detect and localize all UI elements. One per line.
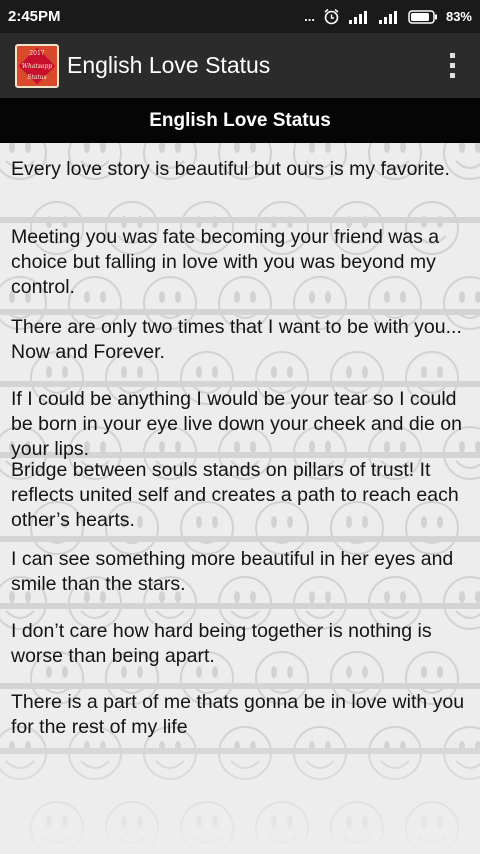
- list-item[interactable]: If I could be anything I would be your t…: [0, 387, 480, 460]
- battery-percent: 83%: [445, 9, 472, 24]
- app-logo-text-year: 2017: [29, 49, 45, 57]
- list-item-text: Every love story is beautiful but ours i…: [11, 158, 450, 180]
- list-item[interactable]: There are only two times that I want to …: [0, 315, 480, 387]
- list-item[interactable]: Meeting you was fate becoming your frien…: [0, 223, 480, 315]
- app-logo[interactable]: 2017 Whatsapp Status: [15, 43, 59, 88]
- status-icons: ... 83%: [304, 8, 472, 25]
- overflow-menu-icon[interactable]: [432, 33, 472, 98]
- app-logo-text-status: Status: [27, 73, 47, 81]
- list-fade: [0, 734, 480, 854]
- list-item-text: Bridge between souls stands on pillars o…: [11, 459, 459, 531]
- status-list[interactable]: Every love story is beautiful but ours i…: [0, 143, 480, 854]
- list-item-text: There are only two times that I want to …: [11, 316, 462, 363]
- battery-icon: [408, 9, 438, 24]
- alarm-icon: [323, 8, 340, 25]
- notification-dots: ...: [304, 9, 315, 24]
- list-item[interactable]: Every love story is beautiful but ours i…: [0, 157, 480, 223]
- list-item-text: I can see something more beautiful in he…: [11, 548, 454, 595]
- app-logo-text-whatsapp: Whatsapp: [21, 62, 53, 70]
- list-item-text: There is a part of me thats gonna be in …: [11, 691, 465, 738]
- signal-icon-2: [378, 10, 400, 24]
- section-header: English Love Status: [0, 98, 480, 143]
- list-item[interactable]: I don’t care how hard being together is …: [0, 619, 480, 689]
- status-bar: 2:45PM ... 83%: [0, 0, 480, 33]
- list-item-text: Meeting you was fate becoming your frien…: [11, 226, 440, 298]
- list-item-text: If I could be anything I would be your t…: [11, 388, 462, 460]
- app-bar: 2017 Whatsapp Status English Love Status: [0, 33, 480, 98]
- signal-icon-1: [348, 10, 370, 24]
- list-item[interactable]: Bridge between souls stands on pillars o…: [0, 458, 480, 542]
- status-time: 2:45PM: [8, 8, 61, 25]
- list-item-text: I don’t care how hard being together is …: [11, 620, 432, 667]
- list-item[interactable]: I can see something more beautiful in he…: [0, 547, 480, 609]
- app-title: English Love Status: [67, 52, 271, 78]
